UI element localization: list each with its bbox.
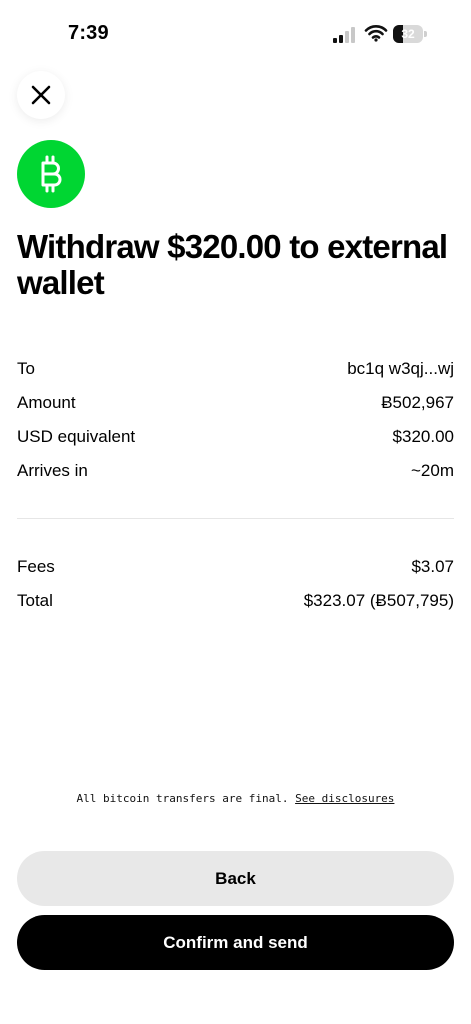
page-title: Withdraw $320.00 to external wallet <box>17 228 448 301</box>
arrives-label: Arrives in <box>17 461 88 480</box>
battery-level: 32 <box>401 27 415 41</box>
signal-icon <box>333 27 355 43</box>
battery-body: 32 <box>393 25 423 43</box>
detail-row-usd: USD equivalent $320.00 <box>17 425 454 449</box>
to-label: To <box>17 359 35 378</box>
battery-icon: 32 <box>393 25 429 43</box>
bitcoin-avatar <box>17 140 85 208</box>
total-value: $323.07 (Ƀ507,795) <box>303 591 454 610</box>
amount-label: Amount <box>17 393 76 412</box>
status-bar: 7:39 32 <box>0 0 471 70</box>
arrives-value: ~20m <box>411 461 454 480</box>
see-disclosures-link[interactable]: See disclosures <box>295 792 394 805</box>
bitcoin-icon <box>41 155 62 193</box>
detail-row-to: To bc1q w3qj...wj <box>17 357 454 381</box>
confirm-and-send-button[interactable]: Confirm and send <box>17 915 454 970</box>
wifi-icon <box>364 25 388 42</box>
close-icon <box>31 85 51 105</box>
close-button[interactable] <box>17 71 65 119</box>
usd-label: USD equivalent <box>17 427 136 446</box>
divider <box>17 518 454 519</box>
disclosure: All bitcoin transfers are final. See dis… <box>0 792 471 805</box>
status-time: 7:39 <box>68 22 109 44</box>
back-button[interactable]: Back <box>17 851 454 906</box>
disclosure-text: All bitcoin transfers are final. <box>76 792 289 805</box>
detail-row-arrives: Arrives in ~20m <box>17 459 454 483</box>
usd-value: $320.00 <box>392 427 454 446</box>
total-label: Total <box>17 591 53 610</box>
fees-value: $3.07 <box>411 557 454 576</box>
amount-value: Ƀ502,967 <box>381 393 454 412</box>
detail-row-fees: Fees $3.07 <box>17 555 454 579</box>
fees-label: Fees <box>17 557 55 576</box>
to-value: bc1q w3qj...wj <box>347 359 454 378</box>
detail-row-total: Total $323.07 (Ƀ507,795) <box>17 589 454 613</box>
detail-row-amount: Amount Ƀ502,967 <box>17 391 454 415</box>
battery-cap <box>424 31 427 37</box>
